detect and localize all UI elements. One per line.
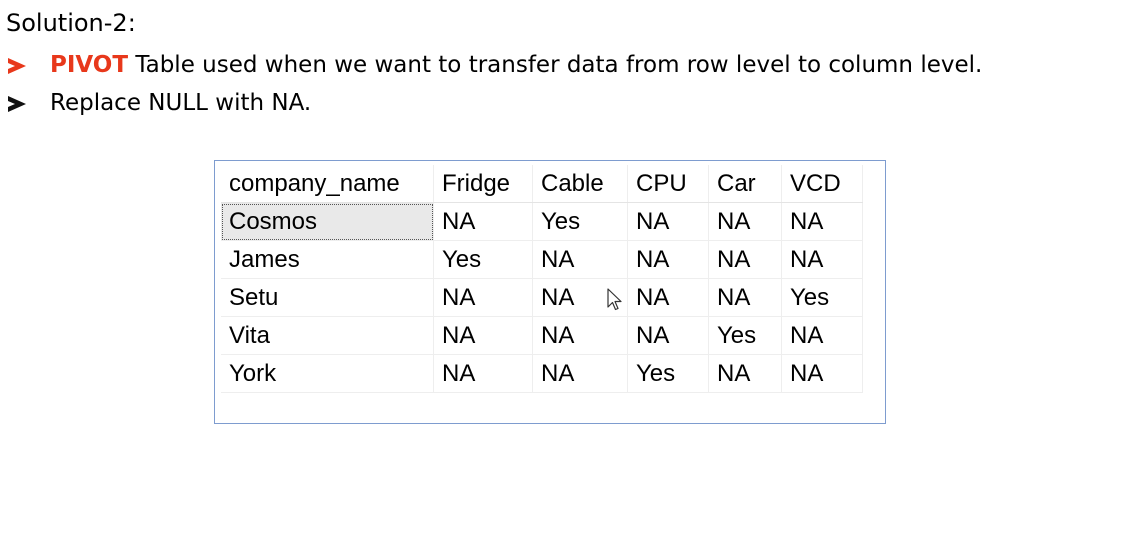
table-row: James Yes NA NA NA NA — [221, 240, 863, 279]
column-header-cpu[interactable]: CPU — [627, 165, 709, 203]
grid-cell[interactable]: Setu — [221, 278, 434, 317]
grid-cell[interactable]: NA — [627, 202, 709, 241]
grid-cell[interactable]: Yes — [708, 316, 782, 355]
bullet-text: Replace NULL with NA. — [50, 90, 312, 116]
grid-cell[interactable]: NA — [627, 316, 709, 355]
grid-cell[interactable]: Vita — [221, 316, 434, 355]
grid-cell[interactable]: NA — [781, 240, 863, 279]
bullet-item-replace-null: Replace NULL with NA. — [8, 84, 982, 122]
grid-cell[interactable]: NA — [433, 202, 533, 241]
table-row: Vita NA NA NA Yes NA — [221, 316, 863, 355]
column-header-car[interactable]: Car — [708, 165, 782, 203]
grid-cell[interactable]: NA — [627, 278, 709, 317]
grid-cell[interactable]: NA — [708, 354, 782, 393]
arrow-bullet-icon — [8, 58, 26, 74]
grid-cell[interactable]: NA — [532, 316, 628, 355]
grid-cell[interactable]: NA — [781, 202, 863, 241]
grid-cell[interactable]: Yes — [627, 354, 709, 393]
grid-cell[interactable]: NA — [532, 240, 628, 279]
grid-cell[interactable]: NA — [781, 354, 863, 393]
table-row: Cosmos NA Yes NA NA NA — [221, 202, 863, 241]
column-header-company-name[interactable]: company_name — [221, 165, 434, 203]
results-grid-panel: company_name Fridge Cable CPU Car VCD Co… — [214, 160, 886, 424]
bullet-item-pivot: PIVOT Table used when we want to transfe… — [8, 46, 982, 84]
grid-cell[interactable]: NA — [433, 316, 533, 355]
grid-cell[interactable]: Yes — [781, 278, 863, 317]
grid-cell[interactable]: NA — [627, 240, 709, 279]
slide: Solution-2: PIVOT Table used when we wan… — [0, 0, 1125, 539]
grid-cell[interactable]: NA — [708, 240, 782, 279]
grid-cell[interactable]: York — [221, 354, 434, 393]
grid-cell[interactable]: James — [221, 240, 434, 279]
arrow-bullet-icon — [8, 96, 26, 112]
grid-cell[interactable]: NA — [532, 354, 628, 393]
mouse-pointer-icon — [607, 288, 622, 311]
grid-cell[interactable]: NA — [708, 278, 782, 317]
bullet-keyword: PIVOT — [50, 52, 129, 78]
bullet-list: PIVOT Table used when we want to transfe… — [8, 46, 982, 122]
grid-cell[interactable]: NA — [433, 278, 533, 317]
table-row: Setu NA NA NA NA Yes — [221, 278, 863, 317]
grid-cell[interactable]: Yes — [532, 202, 628, 241]
table-row: York NA NA Yes NA NA — [221, 354, 863, 393]
grid-cell[interactable]: NA — [708, 202, 782, 241]
grid-cell[interactable]: Yes — [433, 240, 533, 279]
column-header-vcd[interactable]: VCD — [781, 165, 863, 203]
grid-cell[interactable]: NA — [781, 316, 863, 355]
grid-cell[interactable]: NA — [433, 354, 533, 393]
results-grid: company_name Fridge Cable CPU Car VCD Co… — [221, 165, 863, 393]
column-header-fridge[interactable]: Fridge — [433, 165, 533, 203]
bullet-text: Table used when we want to transfer data… — [128, 52, 983, 78]
grid-cell-selected[interactable]: Cosmos — [221, 202, 434, 241]
slide-heading: Solution-2: — [6, 9, 136, 37]
column-header-cable[interactable]: Cable — [532, 165, 628, 203]
grid-header-row: company_name Fridge Cable CPU Car VCD — [221, 165, 863, 203]
